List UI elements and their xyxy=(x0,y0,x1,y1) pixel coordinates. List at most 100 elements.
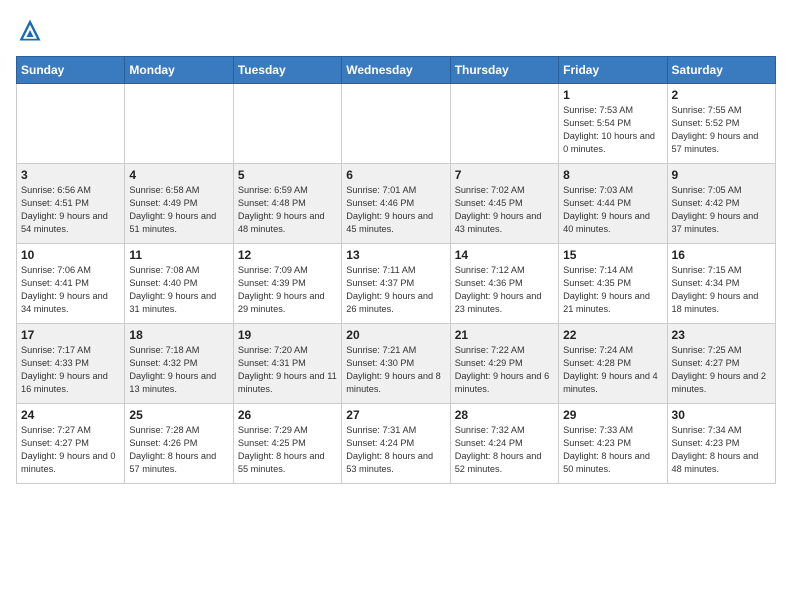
day-info: Sunrise: 7:22 AM Sunset: 4:29 PM Dayligh… xyxy=(455,344,554,396)
calendar-day-cell: 25 Sunrise: 7:28 AM Sunset: 4:26 PM Dayli… xyxy=(125,404,233,484)
calendar-day-cell: 2 Sunrise: 7:55 AM Sunset: 5:52 PM Daylig… xyxy=(667,84,775,164)
day-number: 3 xyxy=(21,168,120,182)
day-info: Sunrise: 7:06 AM Sunset: 4:41 PM Dayligh… xyxy=(21,264,120,316)
calendar-day-cell: 6 Sunrise: 7:01 AM Sunset: 4:46 PM Daylig… xyxy=(342,164,450,244)
day-info: Sunrise: 7:29 AM Sunset: 4:25 PM Dayligh… xyxy=(238,424,337,476)
day-info: Sunrise: 7:14 AM Sunset: 4:35 PM Dayligh… xyxy=(563,264,662,316)
day-number: 22 xyxy=(563,328,662,342)
calendar-day-cell: 21 Sunrise: 7:22 AM Sunset: 4:29 PM Dayli… xyxy=(450,324,558,404)
day-number: 13 xyxy=(346,248,445,262)
calendar-day-cell: 17 Sunrise: 7:17 AM Sunset: 4:33 PM Dayli… xyxy=(17,324,125,404)
weekday-header: Thursday xyxy=(450,57,558,84)
day-info: Sunrise: 7:20 AM Sunset: 4:31 PM Dayligh… xyxy=(238,344,337,396)
calendar-day-cell: 15 Sunrise: 7:14 AM Sunset: 4:35 PM Dayli… xyxy=(559,244,667,324)
calendar-day-cell: 11 Sunrise: 7:08 AM Sunset: 4:40 PM Dayli… xyxy=(125,244,233,324)
day-number: 18 xyxy=(129,328,228,342)
day-number: 23 xyxy=(672,328,771,342)
calendar-day-cell: 9 Sunrise: 7:05 AM Sunset: 4:42 PM Daylig… xyxy=(667,164,775,244)
day-number: 29 xyxy=(563,408,662,422)
calendar-day-cell: 1 Sunrise: 7:53 AM Sunset: 5:54 PM Daylig… xyxy=(559,84,667,164)
day-number: 21 xyxy=(455,328,554,342)
calendar-week-row: 17 Sunrise: 7:17 AM Sunset: 4:33 PM Dayli… xyxy=(17,324,776,404)
calendar-day-cell: 13 Sunrise: 7:11 AM Sunset: 4:37 PM Dayli… xyxy=(342,244,450,324)
calendar-week-row: 10 Sunrise: 7:06 AM Sunset: 4:41 PM Dayli… xyxy=(17,244,776,324)
weekday-header: Saturday xyxy=(667,57,775,84)
day-info: Sunrise: 6:59 AM Sunset: 4:48 PM Dayligh… xyxy=(238,184,337,236)
day-number: 10 xyxy=(21,248,120,262)
weekday-header: Wednesday xyxy=(342,57,450,84)
day-info: Sunrise: 7:27 AM Sunset: 4:27 PM Dayligh… xyxy=(21,424,120,476)
day-info: Sunrise: 7:01 AM Sunset: 4:46 PM Dayligh… xyxy=(346,184,445,236)
calendar-day-cell: 27 Sunrise: 7:31 AM Sunset: 4:24 PM Dayli… xyxy=(342,404,450,484)
day-number: 28 xyxy=(455,408,554,422)
calendar-week-row: 24 Sunrise: 7:27 AM Sunset: 4:27 PM Dayli… xyxy=(17,404,776,484)
day-info: Sunrise: 7:12 AM Sunset: 4:36 PM Dayligh… xyxy=(455,264,554,316)
day-info: Sunrise: 7:02 AM Sunset: 4:45 PM Dayligh… xyxy=(455,184,554,236)
day-number: 14 xyxy=(455,248,554,262)
calendar-day-cell: 29 Sunrise: 7:33 AM Sunset: 4:23 PM Dayli… xyxy=(559,404,667,484)
logo xyxy=(16,16,48,44)
day-info: Sunrise: 6:58 AM Sunset: 4:49 PM Dayligh… xyxy=(129,184,228,236)
day-info: Sunrise: 7:25 AM Sunset: 4:27 PM Dayligh… xyxy=(672,344,771,396)
calendar-day-cell xyxy=(17,84,125,164)
day-number: 17 xyxy=(21,328,120,342)
calendar-day-cell: 8 Sunrise: 7:03 AM Sunset: 4:44 PM Daylig… xyxy=(559,164,667,244)
calendar-day-cell: 30Sunrise: 7:34 AM Sunset: 4:23 PM Dayli… xyxy=(667,404,775,484)
calendar-day-cell xyxy=(450,84,558,164)
day-number: 27 xyxy=(346,408,445,422)
calendar-day-cell: 4Sunrise: 6:58 AM Sunset: 4:49 PM Daylig… xyxy=(125,164,233,244)
calendar-day-cell: 7Sunrise: 7:02 AM Sunset: 4:45 PM Daylig… xyxy=(450,164,558,244)
day-info: Sunrise: 7:05 AM Sunset: 4:42 PM Dayligh… xyxy=(672,184,771,236)
calendar-week-row: 3 Sunrise: 6:56 AM Sunset: 4:51 PM Daylig… xyxy=(17,164,776,244)
day-info: Sunrise: 7:08 AM Sunset: 4:40 PM Dayligh… xyxy=(129,264,228,316)
calendar-day-cell: 26 Sunrise: 7:29 AM Sunset: 4:25 PM Dayli… xyxy=(233,404,341,484)
day-number: 16 xyxy=(672,248,771,262)
weekday-row: SundayMondayTuesdayWednesdayThursdayFrid… xyxy=(17,57,776,84)
day-info: Sunrise: 7:17 AM Sunset: 4:33 PM Dayligh… xyxy=(21,344,120,396)
day-number: 25 xyxy=(129,408,228,422)
calendar-day-cell: 23 Sunrise: 7:25 AM Sunset: 4:27 PM Dayli… xyxy=(667,324,775,404)
day-number: 1 xyxy=(563,88,662,102)
day-info: Sunrise: 7:09 AM Sunset: 4:39 PM Dayligh… xyxy=(238,264,337,316)
day-number: 15 xyxy=(563,248,662,262)
day-info: Sunrise: 7:34 AM Sunset: 4:23 PM Dayligh… xyxy=(672,424,771,476)
day-number: 24 xyxy=(21,408,120,422)
weekday-header: Monday xyxy=(125,57,233,84)
calendar-header: SundayMondayTuesdayWednesdayThursdayFrid… xyxy=(17,57,776,84)
day-number: 26 xyxy=(238,408,337,422)
day-info: Sunrise: 7:03 AM Sunset: 4:44 PM Dayligh… xyxy=(563,184,662,236)
day-info: Sunrise: 6:56 AM Sunset: 4:51 PM Dayligh… xyxy=(21,184,120,236)
day-info: Sunrise: 7:28 AM Sunset: 4:26 PM Dayligh… xyxy=(129,424,228,476)
calendar-day-cell: 10 Sunrise: 7:06 AM Sunset: 4:41 PM Dayli… xyxy=(17,244,125,324)
day-info: Sunrise: 7:24 AM Sunset: 4:28 PM Dayligh… xyxy=(563,344,662,396)
day-number: 2 xyxy=(672,88,771,102)
day-info: Sunrise: 7:21 AM Sunset: 4:30 PM Dayligh… xyxy=(346,344,445,396)
day-info: Sunrise: 7:15 AM Sunset: 4:34 PM Dayligh… xyxy=(672,264,771,316)
day-info: Sunrise: 7:55 AM Sunset: 5:52 PM Dayligh… xyxy=(672,104,771,156)
calendar-day-cell: 19Sunrise: 7:20 AM Sunset: 4:31 PM Dayli… xyxy=(233,324,341,404)
weekday-header: Tuesday xyxy=(233,57,341,84)
day-number: 5 xyxy=(238,168,337,182)
day-info: Sunrise: 7:11 AM Sunset: 4:37 PM Dayligh… xyxy=(346,264,445,316)
day-info: Sunrise: 7:53 AM Sunset: 5:54 PM Dayligh… xyxy=(563,104,662,156)
calendar-day-cell: 16 Sunrise: 7:15 AM Sunset: 4:34 PM Dayli… xyxy=(667,244,775,324)
calendar-day-cell: 22 Sunrise: 7:24 AM Sunset: 4:28 PM Dayli… xyxy=(559,324,667,404)
calendar-week-row: 1 Sunrise: 7:53 AM Sunset: 5:54 PM Daylig… xyxy=(17,84,776,164)
day-info: Sunrise: 7:33 AM Sunset: 4:23 PM Dayligh… xyxy=(563,424,662,476)
weekday-header: Friday xyxy=(559,57,667,84)
day-info: Sunrise: 7:31 AM Sunset: 4:24 PM Dayligh… xyxy=(346,424,445,476)
calendar-table: SundayMondayTuesdayWednesdayThursdayFrid… xyxy=(16,56,776,484)
day-number: 9 xyxy=(672,168,771,182)
calendar-day-cell xyxy=(233,84,341,164)
calendar-day-cell xyxy=(125,84,233,164)
calendar-day-cell: 3 Sunrise: 6:56 AM Sunset: 4:51 PM Daylig… xyxy=(17,164,125,244)
page-header xyxy=(16,16,776,44)
calendar-body: 1 Sunrise: 7:53 AM Sunset: 5:54 PM Daylig… xyxy=(17,84,776,484)
weekday-header: Sunday xyxy=(17,57,125,84)
day-number: 11 xyxy=(129,248,228,262)
calendar-day-cell: 14 Sunrise: 7:12 AM Sunset: 4:36 PM Dayli… xyxy=(450,244,558,324)
day-number: 8 xyxy=(563,168,662,182)
day-number: 6 xyxy=(346,168,445,182)
logo-icon xyxy=(16,16,44,44)
day-number: 20 xyxy=(346,328,445,342)
